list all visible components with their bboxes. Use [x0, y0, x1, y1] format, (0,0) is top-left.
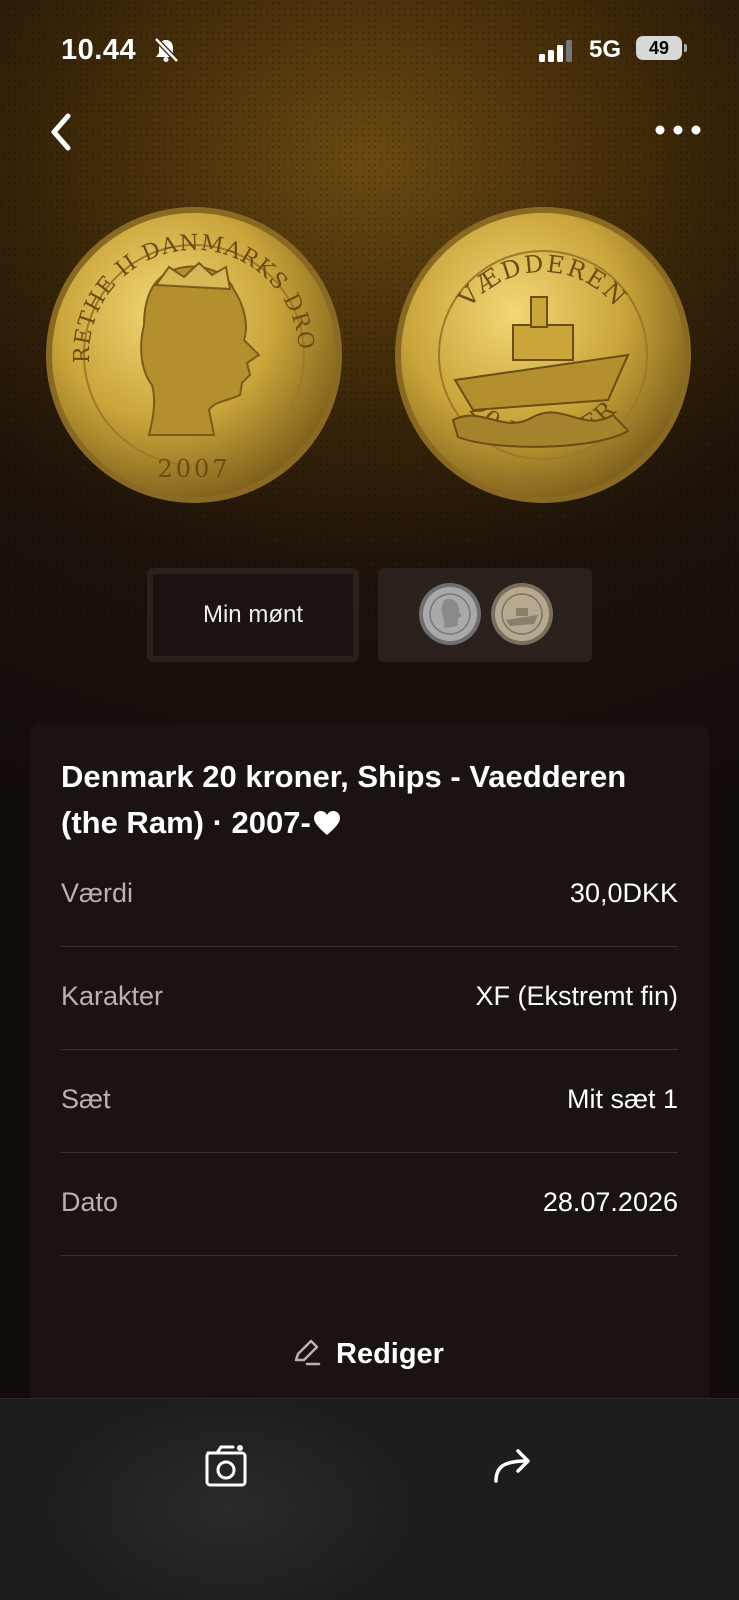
edit-button[interactable]: Rediger — [290, 1334, 444, 1374]
edit-button-label: Rediger — [336, 1337, 444, 1370]
coin-obverse-image[interactable]: MARGRETHE II DANMARKS DRONNING 2007 — [32, 186, 344, 505]
detail-value: 30,0DKK — [569, 878, 678, 908]
status-time: 10.44 — [61, 34, 137, 66]
heart-icon[interactable] — [313, 803, 341, 849]
network-type: 5G — [589, 36, 622, 63]
coin-reverse-image[interactable]: VÆDDEREN 20 KRONER — [393, 205, 693, 505]
pencil-icon — [290, 1336, 322, 1373]
bell-off-icon — [152, 36, 180, 69]
detail-row-value: Værdi 30,0DKK — [61, 844, 678, 947]
reference-obverse-thumbnail — [419, 583, 481, 645]
camera-icon[interactable] — [204, 1443, 250, 1489]
tab-my-coin[interactable]: Min mønt — [147, 568, 359, 662]
coin-details-card: Denmark 20 kroner, Ships - Vaedderen (th… — [30, 724, 709, 1414]
detail-label: Karakter — [61, 981, 164, 1011]
bottom-toolbar — [0, 1398, 739, 1600]
tab-reference-images[interactable] — [378, 568, 592, 662]
detail-row-grade: Karakter XF (Ekstremt fin) — [61, 947, 678, 1050]
detail-value: XF (Ekstremt fin) — [475, 981, 678, 1011]
coin-obverse-year: 2007 — [157, 455, 230, 483]
battery-tip — [684, 44, 687, 52]
tab-my-coin-label: Min mønt — [202, 601, 303, 628]
coin-title-text: Denmark 20 kroner, Ships - Vaedderen (th… — [61, 759, 627, 840]
detail-value: 28.07.2026 — [542, 1187, 678, 1217]
detail-label: Dato — [61, 1187, 119, 1217]
reference-reverse-thumbnail — [491, 583, 553, 645]
detail-label: Sæt — [61, 1084, 111, 1114]
coin-title: Denmark 20 kroner, Ships - Vaedderen (th… — [61, 754, 681, 849]
detail-row-date: Dato 28.07.2026 — [61, 1153, 678, 1256]
detail-value: Mit sæt 1 — [566, 1084, 678, 1114]
share-arrow-icon[interactable] — [492, 1445, 536, 1485]
battery-indicator: 49 — [636, 36, 682, 60]
status-bar: 10.44 5G 49 — [0, 28, 739, 68]
signal-icon — [539, 40, 577, 67]
more-horizontal-icon[interactable] — [652, 118, 704, 142]
toolbar-divider — [0, 1398, 739, 1399]
chevron-left-icon[interactable] — [44, 108, 84, 156]
detail-label: Værdi — [61, 878, 134, 908]
detail-row-set: Sæt Mit sæt 1 — [61, 1050, 678, 1153]
